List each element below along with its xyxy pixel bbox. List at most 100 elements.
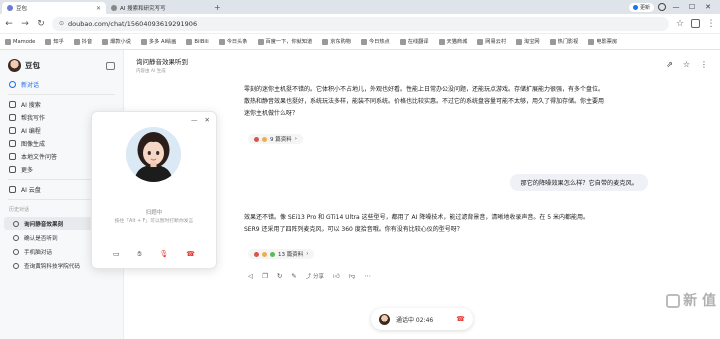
sidebar-item-label: AI 编程 — [21, 128, 41, 135]
bookmark-item[interactable]: 多多 AI绘画 — [140, 38, 177, 45]
code-icon — [9, 127, 16, 134]
tab-label: 豆包 — [16, 6, 28, 12]
close-tab-icon[interactable]: ✕ — [96, 5, 101, 12]
bookmark-label: 网易云村 — [485, 39, 507, 45]
update-label: 更新 — [639, 4, 650, 11]
sidepanel-icon[interactable] — [691, 19, 700, 28]
source-icon — [262, 136, 267, 142]
copy-icon[interactable]: ❐ — [262, 272, 268, 280]
grid-icon — [9, 166, 16, 173]
bookmark-item[interactable]: 电影票房 — [588, 38, 617, 45]
call-status-text: 通话中 02:46 — [396, 316, 434, 324]
phone-icon — [13, 248, 19, 255]
bookmark-favicon-icon — [140, 38, 147, 45]
sidebar-item-label: 本地文件问答 — [21, 154, 58, 161]
bookmark-item[interactable]: 百度一下，你就知道 — [257, 38, 313, 45]
call-status-bar[interactable]: 通话中 02:46 ☎ — [371, 308, 473, 330]
hand-icon[interactable]: ✋︎ — [138, 250, 142, 259]
bookmark-item[interactable]: 淘宝网 — [516, 38, 540, 45]
history-item-label: 查询黄钩科技学院代码 — [24, 263, 80, 270]
thumbs-up-icon[interactable]: 👍︎ — [333, 272, 340, 280]
regenerate-icon[interactable]: ↻ — [277, 272, 282, 280]
bookmark-item[interactable]: 今日热点 — [360, 38, 390, 45]
screen-share-icon[interactable]: ▭ — [113, 250, 120, 259]
window-controls: 更新 — ☐ ✕ — [628, 0, 720, 14]
thumbs-down-icon[interactable]: 👎︎ — [349, 272, 356, 280]
source-icon — [262, 251, 267, 257]
new-tab-icon[interactable]: + — [210, 3, 225, 14]
chat-icon — [13, 262, 19, 269]
share-icon[interactable]: ⇗ — [666, 60, 673, 69]
bookmark-favicon-icon — [588, 38, 595, 45]
collapse-sidebar-icon[interactable] — [106, 61, 115, 70]
doubao-avatar — [379, 313, 390, 325]
profile-icon[interactable] — [658, 3, 666, 11]
minimize-icon[interactable]: — — [670, 3, 682, 11]
close-icon[interactable]: ✕ — [205, 116, 210, 124]
file-icon — [9, 153, 16, 160]
bookmark-star-icon[interactable]: ☆ — [675, 19, 685, 29]
hang-up-icon[interactable]: ☎ — [456, 315, 465, 323]
edit-icon[interactable]: ✎ — [291, 272, 296, 280]
bookmark-item[interactable]: 抖音 — [73, 38, 92, 45]
reload-icon[interactable]: ↻ — [36, 19, 46, 29]
bookmark-item[interactable]: 知乎 — [45, 38, 64, 45]
bookmark-item[interactable]: 在线翻译 — [399, 38, 429, 45]
menu-icon[interactable]: ⋮ — [706, 19, 716, 29]
share-label: 分享 — [312, 274, 324, 280]
bookmark-item[interactable]: 天猫商城 — [438, 38, 468, 45]
bookmark-label: 天猫商城 — [446, 39, 468, 45]
tab-ai-search[interactable]: AI 搜索和研究写写 — [106, 2, 210, 14]
bookmark-item[interactable]: 网易云村 — [477, 38, 506, 45]
close-window-icon[interactable]: ✕ — [702, 3, 714, 11]
bookmark-label: 爆款小说 — [110, 39, 131, 45]
microphone-muted-icon[interactable]: 🎙︎ — [159, 250, 168, 259]
minimize-icon[interactable]: — — [191, 116, 198, 124]
forward-icon[interactable]: → — [20, 19, 30, 29]
bookmark-label: 百度一下，你就知道 — [265, 39, 313, 45]
source-icon — [254, 136, 259, 142]
call-window-hint: 按住「Alt + F」可以暂时打断你发言 — [114, 219, 194, 224]
source-icon — [254, 251, 259, 257]
references-button[interactable]: 13 篇资料 › — [248, 249, 315, 259]
maximize-icon[interactable]: ☐ — [686, 3, 698, 11]
hang-up-icon[interactable]: ☎ — [186, 250, 195, 259]
bookmark-label: BilBili — [194, 38, 209, 45]
back-icon[interactable]: ← — [4, 19, 14, 29]
character-avatar-illustration — [126, 127, 181, 182]
plus-circle-icon — [9, 81, 16, 88]
bookmark-item[interactable]: BilBili — [186, 38, 209, 45]
more-icon[interactable]: ⋮ — [700, 60, 708, 69]
app-title: 豆包 — [25, 61, 40, 70]
bookmark-item[interactable]: 京东购物 — [322, 38, 351, 45]
bookmark-label: 多多 AI绘画 — [148, 39, 177, 45]
chat-header: 询问静音效果听到 内容由 AI 生成 — [136, 56, 188, 74]
watermark: 新 值 — [666, 293, 716, 309]
share-button[interactable]: ⤴ 分享 — [306, 272, 324, 280]
bookmark-label: 在线翻译 — [407, 39, 429, 45]
more-icon[interactable]: ⋯ — [364, 272, 371, 280]
bookmark-item[interactable]: 爆款小说 — [102, 38, 131, 45]
source-icon — [270, 251, 275, 257]
watermark-logo-icon — [666, 294, 681, 308]
url-text: doubao.com/chat/15604093619291906 — [68, 19, 198, 28]
bookmark-favicon-icon — [438, 38, 445, 45]
speaker-icon[interactable]: ◁ — [248, 272, 253, 280]
tab-label: AI 搜索和研究写写 — [120, 6, 166, 12]
bookmark-item[interactable]: 热门影视 — [549, 38, 578, 45]
site-info-icon[interactable]: ⊙ — [59, 20, 64, 27]
tab-doubao[interactable]: 豆包 ✕ — [2, 2, 106, 14]
doubao-favicon-icon — [7, 5, 13, 11]
bookmark-favicon-icon — [186, 38, 193, 45]
references-button[interactable]: 9 篇资料 › — [248, 134, 303, 144]
new-chat-button[interactable]: 新对话 — [0, 78, 123, 91]
history-item-label: 询问静音效果刻 — [24, 221, 64, 228]
bookmark-item[interactable]: Mamode — [5, 38, 35, 45]
bookmarks-bar: Mamode 知乎 抖音 爆款小说 多多 AI绘画 BilBili 今日头条 百度一下，你就知… — [0, 34, 720, 50]
url-field[interactable]: ⊙ doubao.com/chat/15604093619291906 — [52, 16, 669, 31]
bookmark-item[interactable]: 今日头条 — [218, 38, 248, 45]
sidebar-item-ai-search[interactable]: AI 搜索 — [0, 98, 123, 111]
bookmark-favicon-icon — [45, 38, 52, 45]
update-button[interactable]: 更新 — [628, 2, 654, 12]
star-icon[interactable]: ☆ — [683, 60, 690, 69]
